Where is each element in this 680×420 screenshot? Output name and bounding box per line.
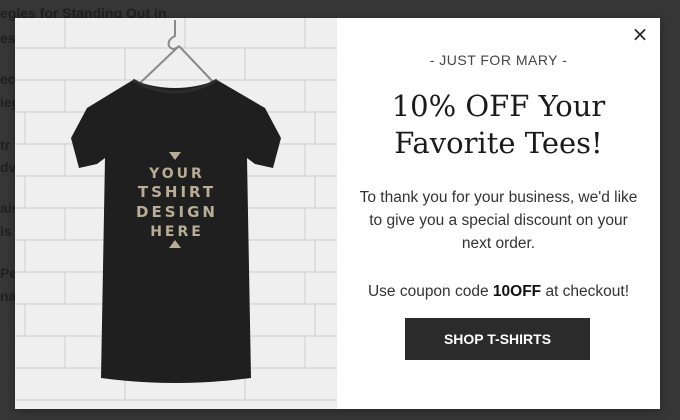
close-icon[interactable]: ×	[630, 24, 650, 44]
shirt-text: YOUR	[148, 166, 205, 182]
coupon-code: 10OFF	[492, 283, 542, 300]
shirt-text: TSHIRT	[138, 183, 216, 201]
coupon-prefix: Use coupon code	[367, 283, 493, 300]
popup-body: To thank you for your business, we'd lik…	[359, 189, 638, 252]
coupon-suffix: at checkout!	[541, 283, 630, 300]
discount-popup: YOUR TSHIRT DESIGN HERE × - JUST FOR MAR…	[15, 18, 660, 409]
tshirt-photo: YOUR TSHIRT DESIGN HERE	[15, 18, 337, 409]
shirt-text: DESIGN	[136, 203, 218, 221]
popup-headline: 10% OFF Your Favorite Tees!	[347, 88, 650, 162]
shirt-text: HERE	[150, 224, 204, 240]
tshirt-image: YOUR TSHIRT DESIGN HERE	[15, 18, 337, 409]
coupon-line: Use coupon code 10OFF at checkout!	[337, 283, 660, 301]
popup-eyebrow: - JUST FOR MARY -	[429, 52, 568, 68]
headline-line: Favorite Tees!	[394, 126, 603, 160]
popup-content: × - JUST FOR MARY - 10% OFF Your Favorit…	[337, 18, 660, 409]
headline-line: 10% OFF Your	[391, 89, 606, 123]
shop-tshirts-button[interactable]: SHOP T-SHIRTS	[405, 318, 590, 360]
